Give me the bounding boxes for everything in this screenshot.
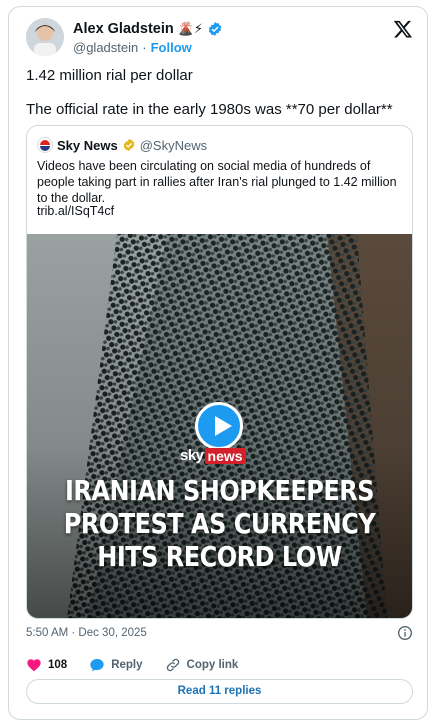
tweet-text-line2: The official rate in the early 1980s was… [26,101,393,118]
tweet-card: Alex Gladstein 🌋⚡ @gladstein · Follow 1.… [8,6,428,720]
quoted-handle: @SkyNews [139,137,208,153]
reply-button[interactable]: Reply [89,657,143,673]
quoted-header: Sky News @SkyNews [37,137,207,153]
x-logo-icon[interactable] [393,19,413,39]
link-icon [166,658,179,672]
copy-link-button[interactable]: Copy link [165,657,239,673]
avatar[interactable] [26,18,64,56]
play-icon[interactable] [195,402,243,450]
video-headline-line2: PROTEST AS CURRENCY [63,507,376,541]
follow-button[interactable]: Follow [151,40,192,55]
quoted-text: Videos have been circulating on social m… [37,159,397,205]
author-handle[interactable]: @gladstein [73,40,138,55]
quoted-link[interactable]: trib.al/ISqT4cf [37,204,114,218]
verified-icon [208,22,222,36]
sky-brand-tag: news [204,447,246,464]
author-name[interactable]: Alex Gladstein [73,21,174,37]
author-name-row: Alex Gladstein 🌋⚡ [73,21,223,37]
reply-label: Reply [111,659,143,671]
video-thumbnail[interactable]: sky news IRANIAN SHOPKEEPERS PROTEST AS … [27,234,412,618]
heart-icon [27,659,41,672]
quoted-name: Sky News [57,137,118,153]
sky-news-avatar [37,137,53,153]
copy-link-label: Copy link [186,659,239,671]
sky-brand-word: sky [180,447,204,464]
reply-icon [90,659,104,672]
info-icon[interactable] [397,625,413,641]
gold-badge-icon [123,138,135,152]
timestamp[interactable]: 5:50 AM · Dec 30, 2025 [26,627,147,639]
like-button[interactable]: 108 [26,657,67,673]
author-handle-row: @gladstein · Follow [73,40,192,55]
author-emoji: 🌋⚡ [177,21,204,36]
like-count: 108 [48,659,68,671]
read-replies-button[interactable]: Read 11 replies [26,679,413,704]
quoted-tweet[interactable]: Sky News @SkyNews Videos have been circu… [26,125,413,619]
tweet-text-line1: 1.42 million rial per dollar [26,67,193,84]
sky-news-brand: sky news [180,447,246,464]
video-headline-line3: HITS RECORD LOW [97,540,342,574]
action-bar: 108 Reply Copy link [26,657,260,673]
video-headline-line1: IRANIAN SHOPKEEPERS [64,474,375,508]
separator: · [142,40,147,55]
